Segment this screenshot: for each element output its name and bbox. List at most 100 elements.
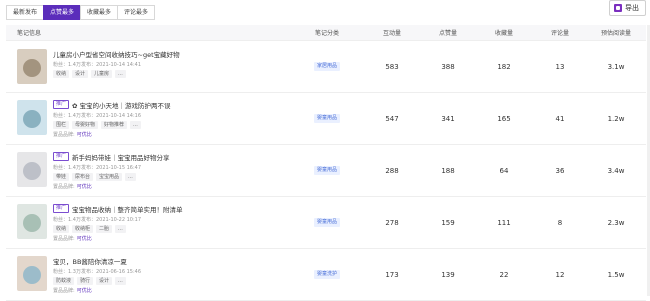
category-badge: 婴童洗护 — [313, 270, 340, 279]
note-info: 儿童房小户型省空间收纳技巧~get宝藏好物 粉丝：1.4万发布：2021-10-… — [6, 49, 290, 84]
note-title[interactable]: ✿ 宝宝的小天地｜游戏防护两不误 — [72, 100, 171, 110]
favorites-value: 111 — [497, 218, 511, 227]
tag-list: 收纳 设计 儿童房... — [53, 70, 180, 78]
tag[interactable]: 骑行 — [77, 276, 94, 285]
tab-most-commented[interactable]: 评论最多 — [117, 5, 156, 20]
interactions-value: 278 — [385, 218, 399, 227]
tag[interactable]: 防蚊液 — [53, 276, 75, 285]
interactions-value: 288 — [385, 166, 399, 175]
tag[interactable]: 二胎 — [96, 224, 113, 233]
favorites-value: 64 — [499, 166, 509, 175]
note-title[interactable]: 宝宝物品收纳｜整齐简单实用！附清单 — [72, 204, 183, 214]
table-row[interactable]: 宝贝，BB酱陪你清凉一夏 粉丝：1.3万发布：2021-06-16 15:46 … — [6, 249, 646, 301]
brand-link[interactable]: 可优比 — [77, 184, 92, 190]
table-row[interactable]: 推广 ✿ 宝宝的小天地｜游戏防护两不误 粉丝：1.4万发布：2021-10-14… — [6, 93, 646, 145]
note-subinfo: 粉丝：1.4万发布：2021-10-14 14:41 — [53, 62, 142, 68]
tag[interactable]: 尿布台 — [72, 172, 94, 181]
tag[interactable]: ... — [125, 172, 136, 181]
export-icon — [614, 4, 622, 12]
comments-value: 12 — [555, 270, 565, 279]
category-badge: 婴童用品 — [313, 114, 340, 123]
note-subinfo: 粉丝：1.4万发布：2021-10-14 14:16 — [53, 112, 142, 119]
likes-value: 139 — [441, 270, 455, 279]
note-info: 推广 ✿ 宝宝的小天地｜游戏防护两不误 粉丝：1.4万发布：2021-10-14… — [6, 99, 290, 138]
col-likes[interactable]: 点赞量 — [420, 28, 476, 37]
table-body: 儿童房小户型省空间收纳技巧~get宝藏好物 粉丝：1.4万发布：2021-10-… — [6, 41, 646, 301]
tag[interactable]: 宝宝用品 — [96, 172, 123, 181]
col-info: 笔记信息 — [17, 30, 42, 37]
tag[interactable]: 收纳 — [53, 70, 70, 78]
likes-value: 188 — [441, 166, 455, 175]
note-info: 宝贝，BB酱陪你清凉一夏 粉丝：1.3万发布：2021-06-16 15:46 … — [6, 255, 290, 294]
category-badge: 婴童用品 — [313, 166, 340, 175]
tag[interactable]: 设计 — [72, 70, 89, 78]
reads-value: 3.1w — [607, 62, 625, 71]
comments-value: 8 — [557, 218, 563, 227]
tag[interactable]: 带娃 — [53, 172, 70, 181]
tag[interactable]: 好物推荐 — [101, 120, 128, 129]
promo-badge: 推广 — [53, 100, 70, 109]
note-subinfo: 粉丝：1.4万发布：2021-10-15 16:47 — [53, 164, 142, 171]
goods-brand: 置品品牌: 可优比 — [53, 131, 92, 138]
table-row[interactable]: 推广 宝宝物品收纳｜整齐简单实用！附清单 粉丝：1.4万发布：2021-10-2… — [6, 197, 646, 249]
interactions-value: 173 — [385, 270, 399, 279]
reads-value: 2.3w — [607, 218, 625, 227]
tag[interactable]: ... — [115, 70, 126, 78]
interactions-value: 583 — [385, 62, 399, 71]
export-button[interactable]: 导出 — [609, 0, 646, 16]
category-cell: 婴童洗护 — [290, 270, 364, 279]
tag[interactable]: 收纳 — [53, 224, 70, 233]
table-row[interactable]: 推广 新手妈妈带娃｜宝宝用品好物分享 粉丝：1.4万发布：2021-10-15 … — [6, 145, 646, 197]
favorites-value: 22 — [499, 270, 509, 279]
tab-most-favorited[interactable]: 收藏最多 — [80, 5, 119, 20]
comments-value: 36 — [555, 166, 565, 175]
tab-most-liked[interactable]: 点赞最多 — [43, 5, 82, 20]
comments-value: 41 — [555, 114, 565, 123]
category-cell: 婴童用品 — [290, 114, 364, 123]
tag-list: 带娃 尿布台 宝宝用品... — [53, 172, 170, 181]
tag-list: 防蚊液 骑行 设计... — [53, 276, 141, 285]
note-thumbnail[interactable] — [17, 255, 47, 291]
likes-value: 341 — [441, 114, 455, 123]
likes-value: 388 — [441, 62, 455, 71]
brand-link[interactable]: 可优比 — [77, 288, 92, 294]
promo-badge: 推广 — [53, 152, 70, 161]
brand-link[interactable]: 可优比 — [77, 132, 92, 138]
goods-brand: 置品品牌: 可优比 — [53, 183, 92, 190]
reads-value: 3.4w — [607, 166, 625, 175]
comments-value: 13 — [555, 62, 565, 71]
note-thumbnail[interactable] — [17, 151, 47, 187]
reads-value: 1.2w — [607, 114, 625, 123]
note-title[interactable]: 儿童房小户型省空间收纳技巧~get宝藏好物 — [53, 49, 180, 59]
tag[interactable]: 儿童房 — [91, 70, 113, 78]
likes-value: 159 — [441, 218, 455, 227]
brand-link[interactable]: 可优比 — [77, 236, 92, 242]
tag[interactable]: 围栏 — [53, 120, 70, 129]
tag[interactable]: 设计 — [96, 276, 113, 285]
tag[interactable]: ... — [130, 120, 141, 129]
tag[interactable]: ... — [115, 224, 126, 233]
col-comments[interactable]: 评论量 — [532, 28, 588, 37]
col-interactions[interactable]: 互动量 — [364, 28, 420, 37]
note-thumbnail[interactable] — [17, 49, 47, 84]
tag[interactable]: ... — [115, 276, 126, 285]
note-thumbnail[interactable] — [17, 99, 47, 135]
note-info: 推广 新手妈妈带娃｜宝宝用品好物分享 粉丝：1.4万发布：2021-10-15 … — [6, 151, 290, 190]
col-favorites[interactable]: 收藏量 — [476, 28, 532, 37]
tag-list: 围栏 母婴好物 好物推荐... — [53, 120, 171, 129]
tag[interactable]: 母婴好物 — [72, 120, 99, 129]
tag[interactable]: 收纳柜 — [72, 224, 94, 233]
note-thumbnail[interactable] — [17, 203, 47, 239]
table-row[interactable]: 儿童房小户型省空间收纳技巧~get宝藏好物 粉丝：1.4万发布：2021-10-… — [6, 41, 646, 93]
reads-value: 1.5w — [607, 270, 625, 279]
tab-latest[interactable]: 最新发布 — [6, 5, 45, 20]
note-title[interactable]: 新手妈妈带娃｜宝宝用品好物分享 — [72, 152, 170, 162]
promo-badge: 推广 — [53, 204, 70, 213]
note-title[interactable]: 宝贝，BB酱陪你清凉一夏 — [53, 256, 127, 266]
table-header: 笔记信息 笔记分类 互动量 点赞量 收藏量 评论量 预估阅读量 — [6, 25, 646, 41]
favorites-value: 182 — [497, 62, 511, 71]
col-est-reads[interactable]: 预估阅读量 — [588, 28, 644, 37]
tag-list: 收纳 收纳柜 二胎... — [53, 224, 183, 233]
goods-brand: 置品品牌: 可优比 — [53, 287, 92, 294]
note-subinfo: 粉丝：1.3万发布：2021-06-16 15:46 — [53, 268, 142, 275]
